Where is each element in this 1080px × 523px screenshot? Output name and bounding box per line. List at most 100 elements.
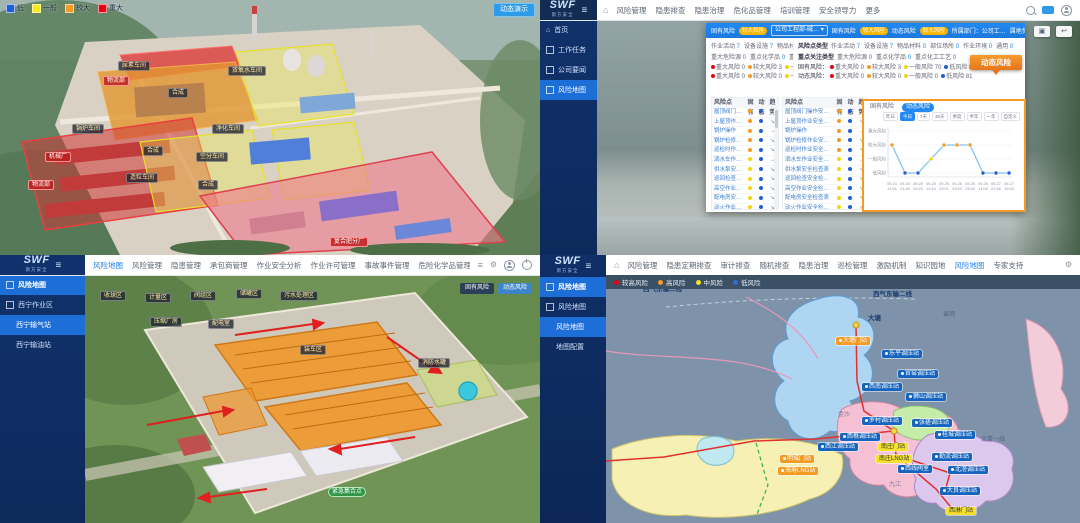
filter-item[interactable]: 重大危险源 0: [837, 55, 872, 61]
br-nav-item[interactable]: 风险地图: [954, 260, 984, 271]
station-zone-label[interactable]: 计量区: [145, 293, 171, 303]
power-icon[interactable]: [522, 260, 532, 270]
bl-nav-item[interactable]: 危险化学品管理: [419, 260, 470, 271]
dynamic-demo-button[interactable]: 动态演示: [493, 3, 535, 17]
pipeline-station-label[interactable]: 大塘: [865, 315, 884, 323]
factory-zone-label[interactable]: 造粒车间: [126, 173, 158, 183]
map-mode-button[interactable]: 动态风险: [498, 283, 532, 294]
br-sidebar-item[interactable]: 地图配置: [540, 337, 606, 357]
bl-nav-item[interactable]: 作业许可管理: [311, 260, 356, 271]
pipeline-station-label[interactable]: 勒流调压站: [932, 453, 972, 461]
br-nav-item[interactable]: 隐患定期排查: [666, 260, 711, 271]
range-button[interactable]: 30天: [932, 112, 948, 121]
pipeline-station-label[interactable]: 南庄LNG站: [876, 455, 912, 463]
home-icon[interactable]: ⌂: [597, 5, 608, 15]
tr-nav-item[interactable]: 隐患治理: [694, 5, 724, 16]
filter-item[interactable]: 重点化工工艺 0: [915, 55, 956, 61]
station-zone-label[interactable]: 压缩厂房: [150, 317, 182, 327]
factory-zone-label[interactable]: 合成: [198, 180, 218, 190]
filter-item[interactable]: 设备设施 7: [744, 44, 773, 50]
table-row[interactable]: 配电房安全检查表↘: [783, 194, 867, 204]
pipeline-station-label[interactable]: 官窑调压站: [898, 370, 938, 378]
tr-sidebar-item[interactable]: ⌂首页: [540, 20, 597, 40]
factory-zone-label[interactable]: 物流部: [103, 76, 129, 86]
pipeline-station-label[interactable]: 大富一线: [978, 436, 1008, 444]
range-button[interactable]: 今日: [900, 112, 915, 121]
table-row[interactable]: 供水泵安全检查表↘: [712, 166, 778, 176]
bl-nav-item[interactable]: 风险地图: [93, 260, 123, 271]
pipeline-station-label[interactable]: 明城门站: [780, 455, 814, 463]
camera-button[interactable]: ▣: [1034, 26, 1050, 37]
filter-item[interactable]: 作业活动 7: [831, 44, 860, 50]
table-row[interactable]: 锅炉检修作业安全检查表↘: [712, 137, 778, 147]
table-row[interactable]: 锅炉检修作业安全检查表↘: [783, 137, 867, 147]
tr-nav-item[interactable]: 安全领导力: [819, 5, 857, 16]
bl-sidebar-item[interactable]: 西宁输油站: [0, 335, 85, 355]
risk-point-dropdown[interactable]: 公司工程部-碱… ▾: [771, 25, 828, 36]
bl-sidebar-item[interactable]: 西宁作业区: [0, 295, 85, 315]
search-icon[interactable]: [1026, 6, 1035, 15]
factory-zone-label[interactable]: 双氧水车间: [228, 66, 266, 76]
br-nav-item[interactable]: 巡检管理: [837, 260, 867, 271]
pipeline-station-label[interactable]: 西线阀室: [898, 465, 932, 473]
filter-item[interactable]: 通用 0: [996, 44, 1013, 50]
bl-nav-item[interactable]: 承包商管理: [210, 260, 248, 271]
factory-zone-label[interactable]: 机械厂: [45, 152, 71, 162]
filter-item[interactable]: 重点化学品 0: [750, 55, 785, 61]
range-button[interactable]: 半年: [967, 112, 982, 121]
table-row[interactable]: 巡回检查安全检查表↘: [712, 175, 778, 185]
range-button[interactable]: 昨日: [883, 112, 898, 121]
table-row[interactable]: 上屋顶作业安全检查表↘: [783, 118, 867, 128]
station-zone-label[interactable]: 装车区: [300, 345, 326, 355]
tr-sidebar-item[interactable]: 风险地图: [540, 80, 597, 100]
br-nav-item[interactable]: 专家支持: [993, 260, 1023, 271]
tr-sidebar-item[interactable]: 工作任务: [540, 40, 597, 60]
br-nav-item[interactable]: 风险管理: [627, 260, 657, 271]
bl-nav-item[interactable]: 风险管理: [132, 260, 162, 271]
filter-item[interactable]: 重点化工工艺 0: [789, 55, 794, 61]
pipeline-station-label[interactable]: 九江: [886, 481, 904, 489]
chart-tab[interactable]: 固有风险: [866, 103, 898, 112]
filter-item[interactable]: 设备设施 7: [864, 44, 893, 50]
br-sidebar-item[interactable]: 风险地图: [540, 277, 606, 297]
home-icon[interactable]: ⌂: [606, 260, 619, 270]
gear-icon[interactable]: ⚙: [1065, 261, 1080, 269]
bl-nav-item[interactable]: 作业安全分析: [257, 260, 302, 271]
pipeline-station-label[interactable]: 南庄门站: [878, 443, 908, 451]
list-icon[interactable]: ≡: [478, 260, 483, 270]
factory-zone-label[interactable]: 锅炉车间: [72, 124, 104, 134]
br-sidebar-item[interactable]: 风险地图: [540, 297, 606, 317]
scrollbar-thumb[interactable]: [775, 110, 778, 128]
chart-tab[interactable]: 动态风险: [902, 103, 934, 112]
filter-item[interactable]: 物品材料 0: [897, 44, 926, 50]
pipeline-station-label[interactable]: 大良调压站: [940, 487, 980, 495]
table-row[interactable]: 高空作业安全检查表↘: [783, 185, 867, 195]
table-row[interactable]: 配电房安全检查表↘: [712, 194, 778, 204]
range-button[interactable]: 自定义: [1001, 112, 1021, 121]
br-nav-item[interactable]: 激励机制: [876, 260, 906, 271]
back-button[interactable]: ↩: [1056, 26, 1072, 37]
bl-sidebar-item[interactable]: 风险地图: [0, 275, 85, 295]
bl-nav-item[interactable]: 事故事件管理: [365, 260, 410, 271]
pipeline-station-label[interactable]: 桂城调压站: [935, 431, 975, 439]
pipeline-station-label[interactable]: 大塘门站: [836, 337, 870, 345]
factory-zone-label[interactable]: 空分车间: [196, 152, 228, 162]
filter-item[interactable]: 重点化学品 0: [876, 55, 911, 61]
language-switch-icon[interactable]: [1042, 6, 1054, 14]
pipeline-station-label[interactable]: 罗村调压站: [862, 417, 902, 425]
menu-toggle-icon[interactable]: ≡: [56, 260, 62, 271]
table-row[interactable]: 巡检时作业安全检查表↘: [712, 146, 778, 156]
station-zone-label[interactable]: 配电室: [208, 319, 234, 329]
filter-item[interactable]: 作业活动 7: [711, 44, 740, 50]
table-row[interactable]: 动火作业安全检查表↘: [783, 204, 867, 210]
br-nav-item[interactable]: 审计排查: [720, 260, 750, 271]
menu-toggle-icon[interactable]: ≡: [582, 5, 588, 16]
factory-zone-label[interactable]: 净化车间: [212, 124, 244, 134]
table-row[interactable]: 巡检时作业安全检查表↘: [783, 146, 867, 156]
pipeline-station-label[interactable]: 省网: [940, 311, 958, 319]
pipeline-station-label[interactable]: 金沙: [835, 411, 853, 419]
br-nav-item[interactable]: 知识园地: [915, 260, 945, 271]
table-row[interactable]: 巡回检查安全检查表↘: [783, 175, 867, 185]
bl-sidebar-item[interactable]: 西宁输气站: [0, 315, 85, 335]
table-row[interactable]: 供水泵安全检查表↘: [783, 166, 867, 176]
